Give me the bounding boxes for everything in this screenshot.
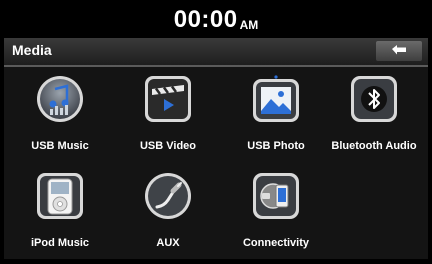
- tile-label: USB Photo: [247, 140, 305, 152]
- header-bar: Media: [4, 38, 428, 67]
- tile-label: Bluetooth Audio: [331, 140, 417, 152]
- tile-usb-photo[interactable]: USB Photo: [222, 69, 330, 167]
- aux-cable-icon: [144, 172, 192, 220]
- tile-label: AUX: [156, 237, 180, 249]
- back-button[interactable]: [376, 41, 422, 61]
- tile-label: USB Video: [139, 140, 197, 152]
- tile-label: USB Music: [31, 140, 89, 152]
- ipod-icon: [36, 172, 84, 220]
- media-grid: USB Music USB Video USB Photo Bluetooth …: [4, 67, 428, 259]
- tile-usb-video[interactable]: USB Video: [114, 69, 222, 167]
- tile-aux[interactable]: AUX: [114, 166, 222, 264]
- clock-ampm: AM: [239, 18, 259, 32]
- connectivity-icon: [252, 172, 300, 220]
- clock-time: 00:00: [173, 6, 238, 33]
- tile-connectivity[interactable]: Connectivity: [222, 166, 330, 264]
- usb-photo-icon: [252, 75, 300, 123]
- back-arrow-icon: [392, 45, 406, 55]
- bluetooth-icon: [350, 75, 398, 123]
- tile-usb-music[interactable]: USB Music: [6, 69, 114, 167]
- status-bar: 00:00 AM: [4, 4, 428, 36]
- page-title: Media: [12, 42, 52, 58]
- tile-bluetooth-audio[interactable]: Bluetooth Audio: [320, 69, 428, 167]
- tile-label: iPod Music: [30, 237, 90, 249]
- usb-video-icon: [144, 75, 192, 123]
- tile-label: Connectivity: [242, 237, 309, 249]
- usb-music-icon: [36, 75, 84, 123]
- tile-ipod-music[interactable]: iPod Music: [6, 166, 114, 264]
